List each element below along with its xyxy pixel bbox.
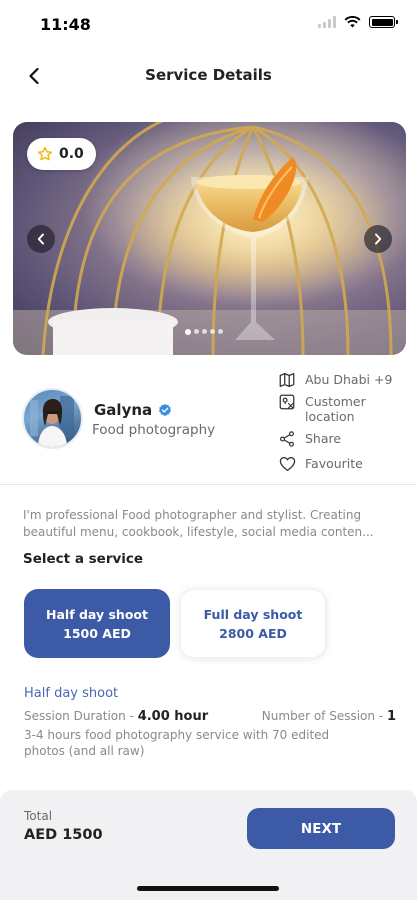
avatar[interactable]: [22, 388, 83, 449]
session-count: Number of Session - 1: [262, 709, 396, 724]
description-line: I'm professional Food photographer and s…: [23, 508, 362, 522]
rating-value: 0.0: [59, 146, 84, 162]
customer-location-link[interactable]: Customer location: [277, 392, 385, 424]
selected-service-meta: Session Duration - 4.00 hour Number of S…: [24, 709, 396, 724]
chevron-left-icon: [37, 233, 44, 245]
service-option-name: Half day shoot: [46, 606, 148, 622]
carousel-next-button[interactable]: [364, 225, 392, 253]
wifi-icon: [344, 16, 361, 28]
carousel-dot[interactable]: [210, 329, 215, 334]
divider: [0, 484, 417, 485]
carousel-dot[interactable]: [218, 329, 223, 334]
share-icon: [277, 429, 297, 449]
service-option-name: Full day shoot: [203, 606, 303, 622]
total-value: AED 1500: [24, 827, 103, 843]
location-label: Abu Dhabi +9: [305, 372, 393, 387]
battery-icon: [369, 16, 398, 28]
home-indicator: [137, 886, 279, 891]
selected-service-title: Half day shoot: [24, 686, 119, 701]
chevron-right-icon: [375, 233, 382, 245]
session-count-label: Number of Session -: [261, 709, 387, 723]
service-option-half-day[interactable]: Half day shoot 1500 AED: [24, 589, 170, 658]
service-option-full-day[interactable]: Full day shoot 2800 AED: [180, 589, 326, 658]
carousel-prev-button[interactable]: [27, 225, 55, 253]
description-line: beautiful menu, cookbook, lifestyle, soc…: [23, 525, 374, 539]
service-option-price: 1500 AED: [63, 625, 131, 641]
carousel-dot[interactable]: [194, 329, 199, 334]
provider-profile[interactable]: Galyna Food photography: [22, 388, 272, 452]
status-bar: 11:48: [0, 0, 417, 50]
customer-location-icon: [277, 392, 297, 412]
carousel-dots: [185, 328, 223, 335]
selected-service-description: 3-4 hours food photography service with …: [24, 728, 330, 758]
customer-location-label: Customer location: [305, 394, 366, 424]
avatar-photo: [30, 396, 74, 447]
map-icon: [277, 370, 297, 390]
session-duration-label: Session Duration -: [24, 709, 138, 723]
provider-category: Food photography: [92, 422, 216, 438]
provider-name-row: Galyna: [94, 401, 172, 419]
page-title: Service Details: [145, 66, 272, 84]
status-icons: [318, 16, 398, 28]
header: Service Details: [0, 56, 417, 96]
rating-badge: 0.0: [27, 138, 96, 170]
favourite-button[interactable]: Favourite: [277, 454, 363, 474]
location-link[interactable]: Abu Dhabi +9: [277, 370, 392, 390]
checkout-bar: Total AED 1500 NEXT: [0, 790, 417, 900]
session-count-value: 1: [386, 709, 396, 724]
share-label: Share: [305, 431, 342, 446]
verified-badge-icon: [159, 403, 172, 417]
session-duration: Session Duration - 4.00 hour: [24, 709, 208, 724]
carousel-dot[interactable]: [202, 329, 207, 334]
next-button[interactable]: NEXT: [247, 808, 395, 849]
service-description[interactable]: I'm professional Food photographer and s…: [23, 507, 398, 541]
signal-icon: [318, 16, 336, 28]
provider-name: Galyna: [94, 401, 153, 419]
share-button[interactable]: Share: [277, 429, 341, 449]
heart-icon: [277, 454, 297, 474]
carousel-dot[interactable]: [185, 328, 191, 335]
session-duration-value: 4.00 hour: [137, 709, 209, 724]
service-option-price: 2800 AED: [219, 625, 287, 641]
total-label: Total: [24, 809, 53, 823]
status-time: 11:48: [40, 15, 91, 34]
star-icon: [37, 146, 53, 161]
select-service-heading: Select a service: [23, 551, 144, 567]
favourite-label: Favourite: [305, 456, 363, 471]
service-image-carousel[interactable]: 0.0: [13, 122, 406, 355]
